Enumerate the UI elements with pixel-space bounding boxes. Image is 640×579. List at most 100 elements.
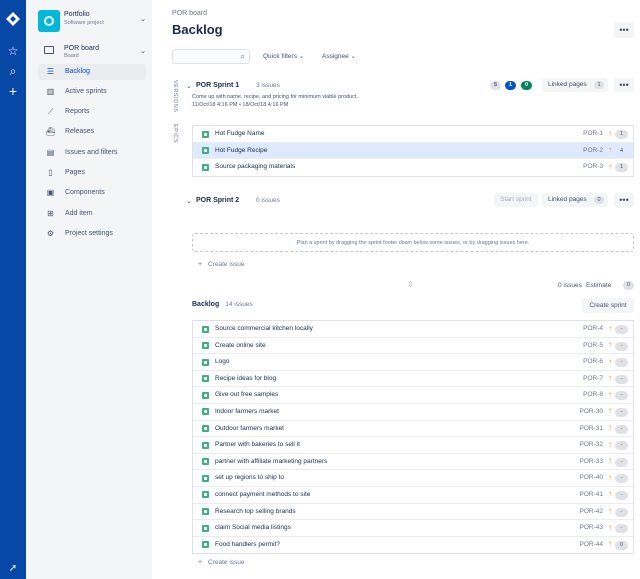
sidebar-item-label: Pages: [65, 169, 85, 176]
issue-key[interactable]: POR-42: [580, 508, 603, 515]
star-icon[interactable]: ☆: [6, 44, 20, 58]
quick-filters-dropdown[interactable]: Quick filters ⌄: [263, 52, 304, 60]
estimate-badge: -: [615, 441, 628, 451]
issue-key[interactable]: POR-44: [580, 541, 603, 548]
create-issue-link[interactable]: Create issue: [198, 559, 244, 566]
jira-logo-icon[interactable]: [6, 12, 20, 26]
sidebar-item-backlog[interactable]: ☰ Backlog: [38, 64, 146, 80]
chevron-down-icon: ⌄: [140, 16, 146, 23]
sidebar-item-active-sprints[interactable]: ▥ Active sprints: [38, 84, 146, 100]
start-sprint-button[interactable]: Start sprint: [494, 193, 538, 207]
issue-summary: set up regions to ship to: [215, 474, 285, 482]
epics-tab[interactable]: EPICS: [172, 124, 178, 143]
issue-key[interactable]: POR-5: [583, 342, 603, 349]
sprint-drop-zone[interactable]: Plan a sprint by dragging the sprint foo…: [192, 233, 634, 252]
assignee-dropdown[interactable]: Assignee ⌄: [322, 52, 356, 60]
issue-key[interactable]: POR-4: [583, 325, 603, 332]
sidebar-item-components[interactable]: ▣ Components: [38, 185, 146, 201]
search-input[interactable]: ⌕: [172, 49, 250, 64]
sprint-more-button[interactable]: •••: [614, 78, 634, 92]
project-type: Software project: [64, 20, 104, 26]
issue-row[interactable]: Give out free samples POR-8 ↑ -: [193, 387, 633, 404]
create-issue-link[interactable]: Create issue: [198, 261, 244, 268]
sidebar-item-pages[interactable]: ▯ Pages: [38, 165, 146, 181]
issue-row[interactable]: partner with affiliate marketing partner…: [193, 453, 633, 471]
sidebar-item-reports[interactable]: ⟋ Reports: [38, 104, 146, 120]
versions-tab[interactable]: VERSIONS: [172, 80, 178, 112]
global-nav: ☆ ⌕ + ➚: [0, 0, 26, 579]
issue-row[interactable]: set up regions to ship to POR-40 ↑ -: [193, 470, 633, 487]
priority-high-icon: ↑: [608, 373, 612, 383]
issue-key[interactable]: POR-7: [583, 375, 603, 382]
story-icon: [202, 147, 209, 155]
issue-key[interactable]: POR-2: [583, 147, 603, 154]
issue-summary: Create online site: [215, 341, 266, 349]
issue-summary: partner with affiliate marketing partner…: [215, 457, 328, 465]
issue-row[interactable]: Source packaging materials POR-3 ↑ 1: [193, 159, 633, 176]
issue-row[interactable]: Research top selling brands POR-42 ↑ -: [193, 503, 633, 521]
priority-high-icon: ↑: [608, 423, 612, 433]
issue-summary: Indoor farmers market: [215, 407, 279, 415]
issue-row[interactable]: Hot Fudge Name POR-1 ↑ 1: [193, 126, 633, 143]
issue-row[interactable]: Logo POR-6 ↑ -: [193, 354, 633, 371]
sidebar-item-project-settings[interactable]: ⚙ Project settings: [38, 226, 146, 242]
issue-key[interactable]: POR-41: [580, 491, 603, 498]
create-sprint-button[interactable]: Create sprint: [582, 298, 634, 313]
sidebar-item-issues-and-filters[interactable]: ▤ Issues and filters: [38, 145, 146, 161]
issue-summary: Partner with bakeries to sell it: [215, 441, 300, 449]
issue-key[interactable]: POR-43: [580, 524, 603, 531]
issue-key[interactable]: POR-30: [580, 408, 603, 415]
more-actions-button[interactable]: •••: [614, 22, 634, 38]
issue-row[interactable]: Indoor farmers market POR-30 ↑ -: [193, 403, 633, 421]
issue-key[interactable]: POR-6: [583, 358, 603, 365]
linked-pages-button[interactable]: Linked pages 1: [542, 78, 608, 92]
plus-icon[interactable]: +: [6, 84, 20, 98]
sprint-more-button[interactable]: •••: [614, 193, 634, 207]
linked-pages-button[interactable]: Linked pages 0: [542, 193, 608, 207]
issue-key[interactable]: POR-3: [583, 163, 603, 170]
issue-summary: Logo: [215, 358, 230, 366]
backlog-count: 14 issues: [225, 301, 253, 308]
chart-icon: ⟋: [47, 107, 54, 116]
issue-row[interactable]: Hot Fudge Recipe POR-2 ↑ 4: [193, 142, 633, 160]
drag-handle-icon[interactable]: ⇳: [407, 281, 414, 289]
issue-summary: Hot Fudge Recipe: [215, 146, 268, 154]
issue-key[interactable]: POR-1: [583, 130, 603, 137]
chevron-down-icon: ⌄: [140, 48, 146, 55]
estimate-badge: -: [615, 358, 628, 368]
priority-high-icon: ↑: [608, 472, 612, 482]
issue-key[interactable]: POR-31: [580, 425, 603, 432]
rocket-icon[interactable]: ➚: [6, 562, 20, 576]
sprint-footer-issues: 0 issues: [558, 282, 582, 289]
issue-row[interactable]: connect payment methods to site POR-41 ↑ -: [193, 486, 633, 504]
chevron-down-icon[interactable]: ⌄: [186, 197, 192, 205]
issue-row[interactable]: Source commercial kitchen locally POR-4 ↑ -: [193, 321, 633, 338]
story-icon: [202, 358, 209, 366]
search-icon[interactable]: ⌕: [6, 64, 20, 78]
story-icon: [202, 491, 209, 499]
issue-row[interactable]: claim Social media listings POR-43 ↑ -: [193, 520, 633, 537]
issue-key[interactable]: POR-40: [580, 474, 603, 481]
issue-row[interactable]: Food handlers permit? POR-44 ↑ 0: [193, 536, 633, 554]
breadcrumb[interactable]: POR board: [172, 10, 207, 17]
estimate-badge: 1: [615, 130, 628, 139]
issue-key[interactable]: POR-33: [580, 458, 603, 465]
board-selector[interactable]: POR board Board ⌄: [38, 44, 146, 62]
done-count-badge: 0: [521, 81, 532, 90]
backlog-header: Backlog 14 issues: [192, 301, 253, 308]
priority-high-icon: ↑: [608, 145, 612, 155]
project-switcher[interactable]: Portfolio Software project ⌄: [38, 10, 146, 32]
sidebar-item-add-item[interactable]: ⊞ Add item: [38, 206, 146, 222]
issue-key[interactable]: POR-32: [580, 441, 603, 448]
issue-row[interactable]: Create online site POR-5 ↑ -: [193, 337, 633, 355]
issue-row[interactable]: Outdoor farmers market POR-31 ↑ -: [193, 420, 633, 438]
sidebar-item-label: Project settings: [65, 230, 113, 237]
estimate-badge: -: [615, 391, 628, 401]
chevron-down-icon[interactable]: ⌄: [186, 82, 192, 90]
issue-row[interactable]: Recipe ideas for blog POR-7 ↑ -: [193, 370, 633, 388]
issue-key[interactable]: POR-8: [583, 391, 603, 398]
estimate-badge: -: [615, 457, 628, 467]
issue-row[interactable]: Partner with bakeries to sell it POR-32 ↑ -: [193, 437, 633, 454]
sidebar-item-releases[interactable]: ⛴ Releases: [38, 124, 146, 140]
sidebar-item-label: Components: [65, 189, 105, 196]
